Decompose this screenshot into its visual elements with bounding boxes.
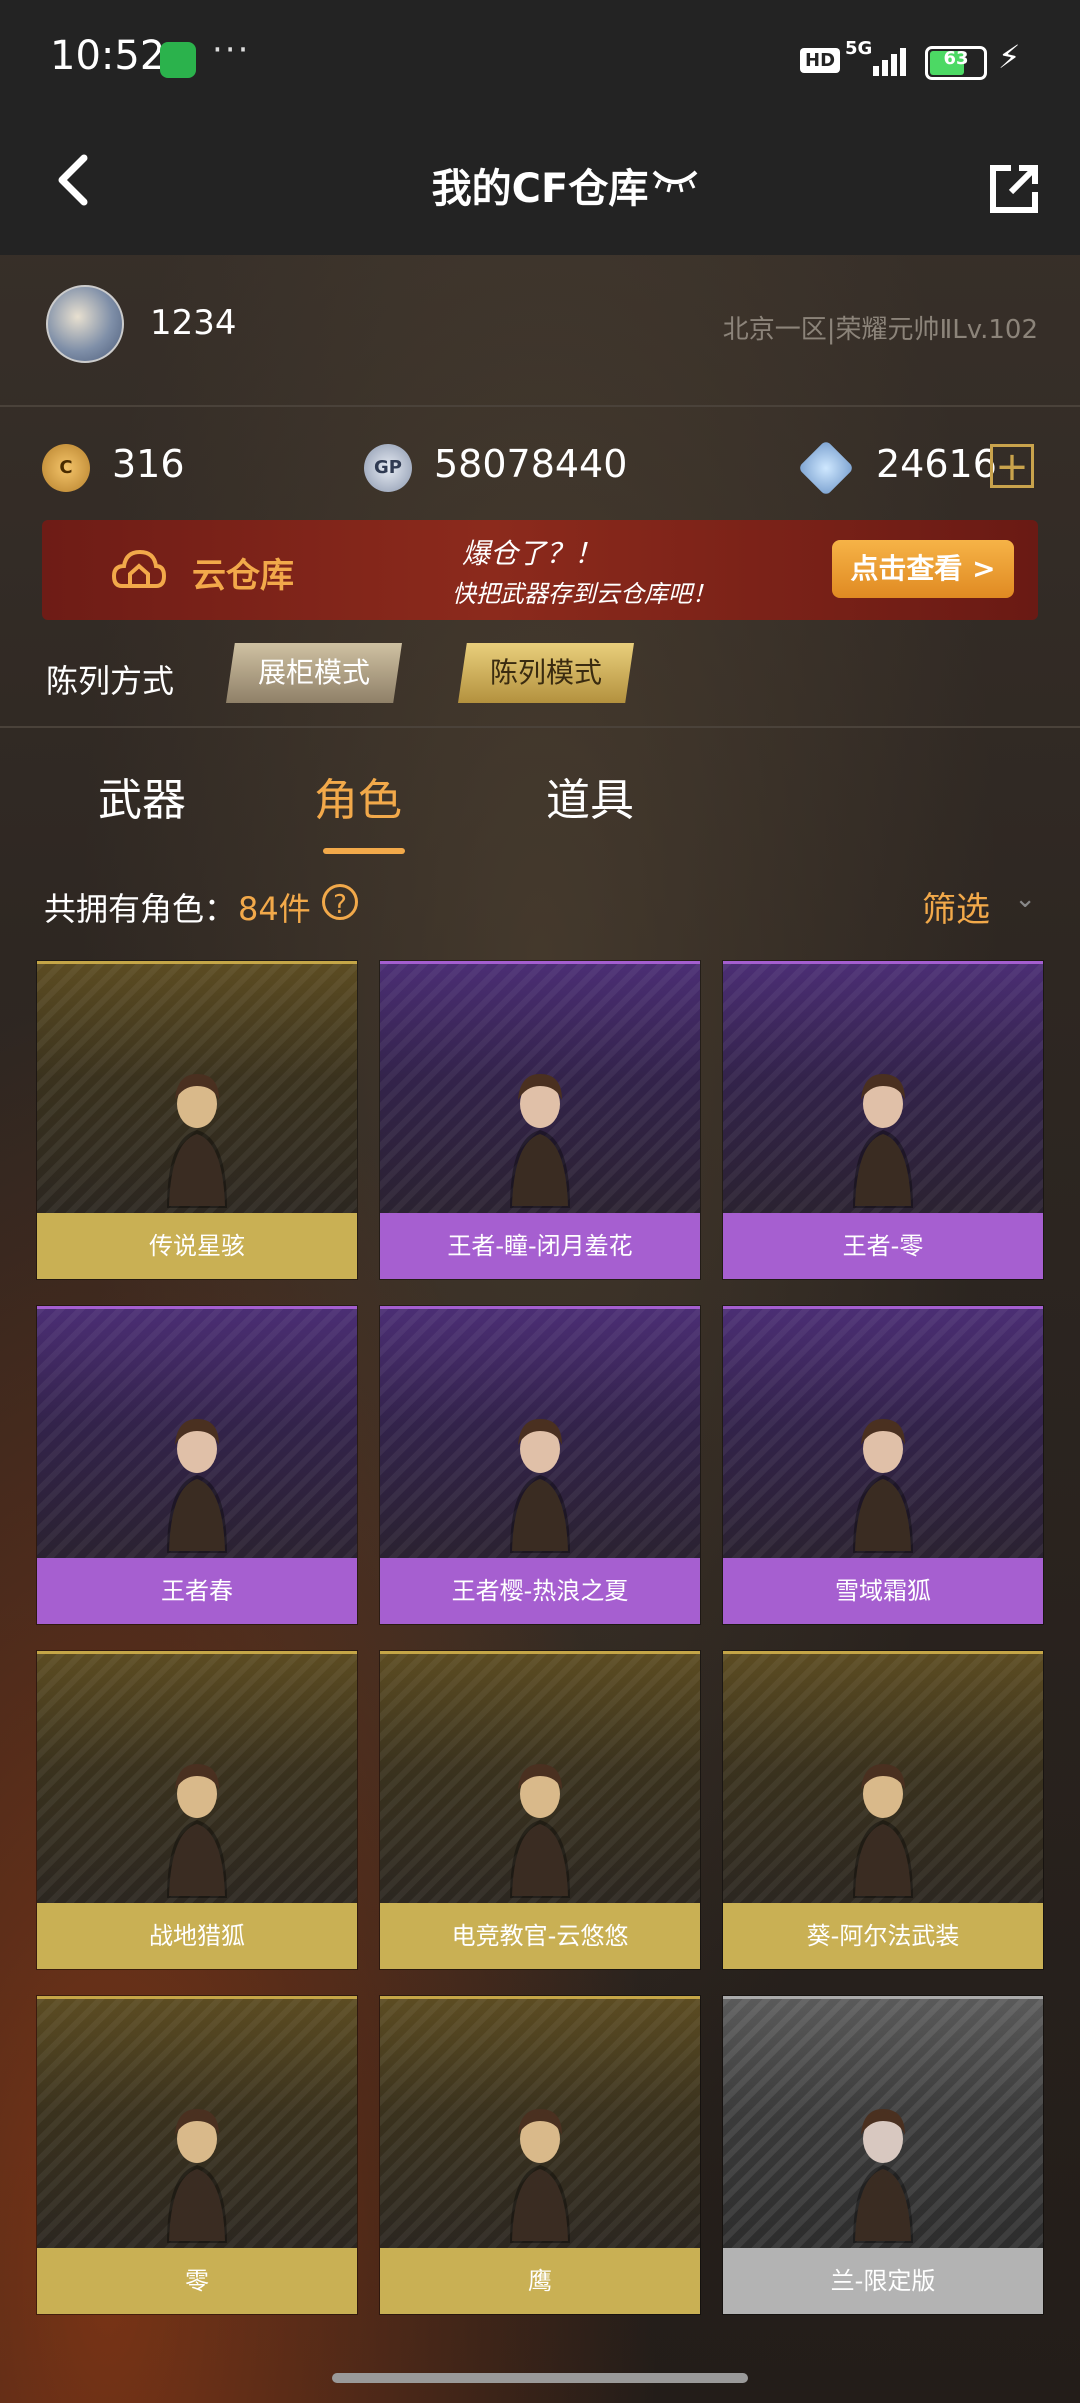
- character-card[interactable]: 兰-限定版: [722, 1995, 1044, 2315]
- character-card[interactable]: 葵-阿尔法武装: [722, 1650, 1044, 1970]
- category-tabs: 武器 角色 道具: [0, 740, 1080, 860]
- status-bar: 10:52 ··· HD 5G 63 ⚡: [0, 0, 1080, 120]
- character-card[interactable]: 王者春: [36, 1305, 358, 1625]
- character-figure-icon: [853, 2109, 913, 2243]
- username: 1234: [150, 303, 237, 343]
- battery-level: 63: [943, 48, 969, 69]
- home-indicator[interactable]: [332, 2373, 748, 2383]
- character-card[interactable]: 零: [36, 1995, 358, 2315]
- help-icon[interactable]: ?: [322, 884, 358, 920]
- add-currency-button[interactable]: +: [990, 444, 1034, 488]
- character-art: [723, 961, 1043, 1218]
- tab-characters[interactable]: 角色: [314, 764, 402, 828]
- banner-slogan: 爆仓了？！: [462, 537, 603, 570]
- character-name: 王者春: [37, 1558, 357, 1624]
- count-row: 共拥有角色： 84件 ? 筛选 ⌄: [0, 870, 1080, 940]
- display-mode-button[interactable]: 陈列模式: [458, 643, 634, 703]
- character-card[interactable]: 战地猎狐: [36, 1650, 358, 1970]
- gp-coin-icon: GP: [364, 444, 412, 492]
- character-card[interactable]: 王者-零: [722, 960, 1044, 1280]
- character-figure-icon: [853, 1764, 913, 1898]
- character-name: 葵-阿尔法武装: [723, 1903, 1043, 1969]
- character-art: [380, 1651, 700, 1908]
- battery-icon: 63: [925, 46, 987, 80]
- character-art: [380, 961, 700, 1218]
- charging-icon: ⚡: [998, 38, 1021, 76]
- count-value: 84件: [238, 890, 311, 928]
- character-art: [37, 1306, 357, 1563]
- diamond-icon: [797, 439, 855, 497]
- gp-amount: 58078440: [434, 442, 628, 486]
- cloud-house-icon: [111, 546, 167, 592]
- avatar[interactable]: [46, 285, 124, 363]
- cloud-storage-banner[interactable]: 云仓库 爆仓了？！ 快把武器存到云仓库吧！ 点击查看 >: [42, 520, 1038, 620]
- hd-icon: HD: [800, 48, 841, 73]
- chevron-down-icon[interactable]: ⌄: [1014, 884, 1036, 914]
- cf-coin-amount: 316: [112, 442, 185, 486]
- character-art: [723, 1651, 1043, 1908]
- character-art: [380, 1306, 700, 1563]
- character-name: 电竞教官-云悠悠: [380, 1903, 700, 1969]
- character-figure-icon: [853, 1419, 913, 1553]
- tab-items[interactable]: 道具: [546, 764, 634, 828]
- count-label: 共拥有角色：: [44, 890, 237, 928]
- filter-button[interactable]: 筛选: [922, 882, 990, 931]
- network-label: 5G: [845, 38, 873, 59]
- character-name: 王者-零: [723, 1213, 1043, 1279]
- banner-title: 云仓库: [192, 556, 294, 596]
- character-name: 王者-瞳-闭月羞花: [380, 1213, 700, 1279]
- active-tab-indicator: [323, 848, 405, 854]
- character-name: 王者樱-热浪之夏: [380, 1558, 700, 1624]
- character-name: 传说星骇: [37, 1213, 357, 1279]
- character-art: [37, 1651, 357, 1908]
- diamond-amount: 24616: [876, 442, 997, 486]
- character-figure-icon: [510, 1764, 570, 1898]
- character-name: 鹰: [380, 2248, 700, 2314]
- character-figure-icon: [167, 1764, 227, 1898]
- rank-info: 北京一区|荣耀元帅ⅡLv.102: [722, 315, 1038, 345]
- tab-weapons[interactable]: 武器: [98, 764, 186, 828]
- status-time: 10:52: [50, 33, 166, 79]
- character-figure-icon: [510, 1419, 570, 1553]
- signal-icon: [873, 46, 913, 76]
- currency-row: C 316 GP 58078440 24616 +: [0, 420, 1080, 510]
- character-name: 零: [37, 2248, 357, 2314]
- character-art: [380, 1996, 700, 2253]
- character-card[interactable]: 传说星骇: [36, 960, 358, 1280]
- wechat-icon: [160, 42, 196, 78]
- character-card[interactable]: 王者樱-热浪之夏: [379, 1305, 701, 1625]
- character-name: 战地猎狐: [37, 1903, 357, 1969]
- nav-bar: 我的CF仓库: [0, 120, 1080, 255]
- banner-subtitle: 快把武器存到云仓库吧！: [452, 580, 716, 608]
- character-art: [723, 1306, 1043, 1563]
- character-figure-icon: [510, 1074, 570, 1208]
- showcase-mode-button[interactable]: 展柜模式: [226, 643, 402, 703]
- character-art: [37, 961, 357, 1218]
- character-card[interactable]: 鹰: [379, 1995, 701, 2315]
- cf-coin-icon: C: [42, 444, 90, 492]
- display-mode-row: 陈列方式 展柜模式 陈列模式: [0, 630, 1080, 728]
- page-title: 我的CF仓库: [431, 166, 649, 212]
- share-icon[interactable]: [985, 158, 1045, 218]
- profile-row: 1234 北京一区|荣耀元帅ⅡLv.102: [0, 255, 1080, 407]
- character-card[interactable]: 雪域霜狐: [722, 1305, 1044, 1625]
- more-notifications-icon: ···: [212, 30, 251, 70]
- character-name: 兰-限定版: [723, 2248, 1043, 2314]
- character-figure-icon: [167, 1419, 227, 1553]
- character-art: [37, 1996, 357, 2253]
- character-figure-icon: [853, 1074, 913, 1208]
- character-card[interactable]: 王者-瞳-闭月羞花: [379, 960, 701, 1280]
- character-card[interactable]: 电竞教官-云悠悠: [379, 1650, 701, 1970]
- character-art: [723, 1996, 1043, 2253]
- character-figure-icon: [167, 1074, 227, 1208]
- hide-eye-icon[interactable]: [650, 158, 700, 198]
- view-cloud-button[interactable]: 点击查看 >: [832, 540, 1014, 598]
- display-mode-label: 陈列方式: [46, 662, 175, 700]
- character-figure-icon: [510, 2109, 570, 2243]
- character-name: 雪域霜狐: [723, 1558, 1043, 1624]
- character-figure-icon: [167, 2109, 227, 2243]
